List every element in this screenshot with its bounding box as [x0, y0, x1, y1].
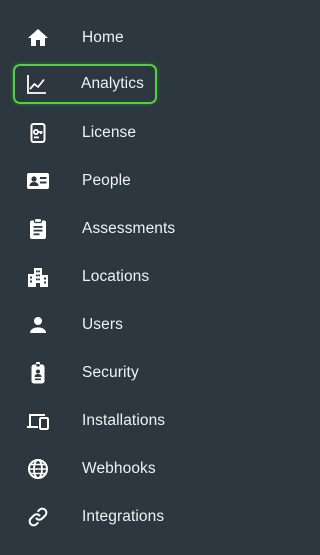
- sidebar-item-assessments[interactable]: Assessments: [14, 209, 236, 249]
- id-card-icon: [24, 167, 52, 195]
- sidebar-item-home[interactable]: Home: [14, 18, 236, 58]
- sidebar-item-people[interactable]: People: [14, 161, 236, 201]
- person-icon: [24, 311, 52, 339]
- sidebar-item-label: Integrations: [82, 508, 165, 525]
- sidebar-item-label: Analytics: [81, 75, 144, 92]
- sidebar-item-label: Home: [82, 29, 124, 46]
- sidebar-item-integrations[interactable]: Integrations: [14, 497, 236, 537]
- sidebar-item-users[interactable]: Users: [14, 305, 236, 345]
- sidebar-item-label: Locations: [82, 268, 150, 285]
- sidebar-nav: Home Analytics License People Assessment…: [0, 0, 252, 555]
- sidebar-item-security[interactable]: Security: [14, 353, 236, 393]
- sidebar-item-label: License: [82, 124, 137, 141]
- clipboard-icon: [24, 215, 52, 243]
- home-icon: [24, 24, 52, 52]
- line-chart-icon: [23, 70, 51, 98]
- sidebar-item-label: Installations: [82, 412, 166, 429]
- sidebar-item-label: Users: [82, 316, 123, 333]
- sidebar-item-analytics[interactable]: Analytics: [13, 64, 157, 104]
- sidebar-item-locations[interactable]: Locations: [14, 257, 236, 297]
- devices-icon: [24, 407, 52, 435]
- badge-icon: [24, 359, 52, 387]
- link-icon: [24, 503, 52, 531]
- sidebar-item-label: Security: [82, 364, 139, 381]
- sidebar-item-webhooks[interactable]: Webhooks: [14, 449, 236, 489]
- globe-icon: [24, 455, 52, 483]
- sidebar-item-license[interactable]: License: [14, 113, 236, 153]
- sidebar-item-label: Webhooks: [82, 460, 156, 477]
- license-key-icon: [24, 119, 52, 147]
- sidebar-item-label: Assessments: [82, 220, 176, 237]
- building-icon: [24, 263, 52, 291]
- sidebar-item-installations[interactable]: Installations: [14, 401, 236, 441]
- sidebar-item-label: People: [82, 172, 131, 189]
